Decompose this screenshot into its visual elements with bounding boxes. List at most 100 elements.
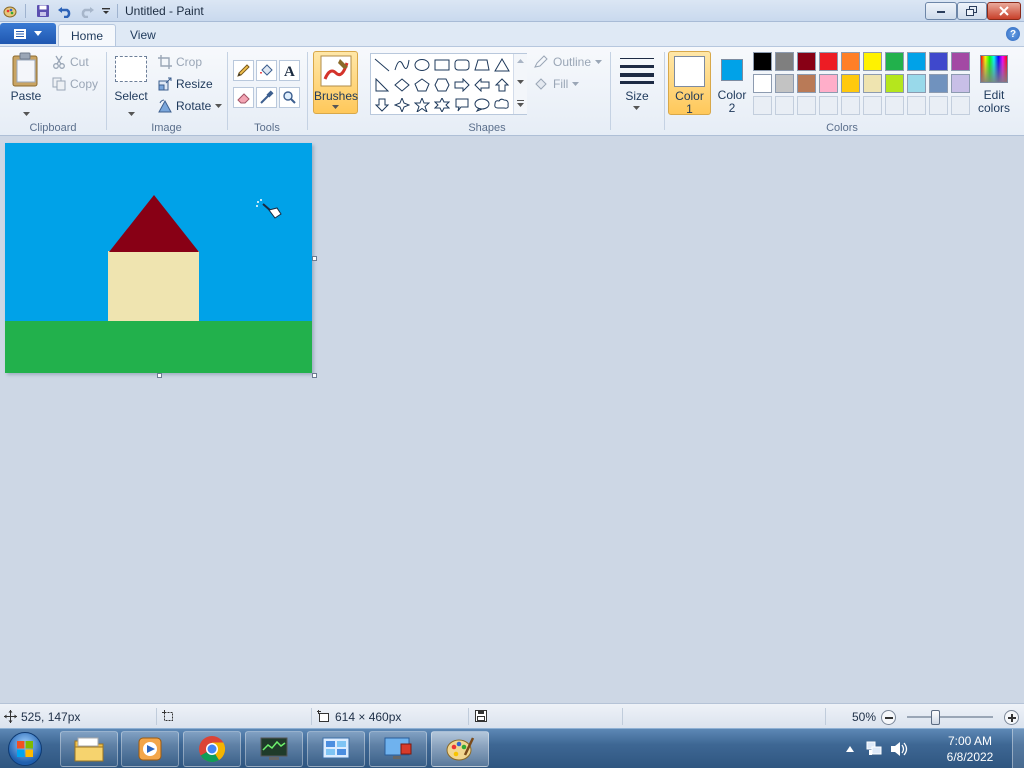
zoom-out-button[interactable] xyxy=(881,710,896,725)
paste-button[interactable] xyxy=(10,52,44,92)
palette-swatch[interactable] xyxy=(929,74,948,93)
line-shape[interactable] xyxy=(372,55,392,74)
taskbar-clock[interactable]: 7:00 AM 6/8/2022 xyxy=(930,733,1010,765)
diamond-shape[interactable] xyxy=(392,75,412,94)
palette-swatch[interactable] xyxy=(907,52,926,71)
start-button[interactable] xyxy=(4,729,46,768)
select-dropdown-icon[interactable] xyxy=(128,105,135,119)
custom-color-slot[interactable] xyxy=(753,96,772,115)
canvas-resize-handle-right[interactable] xyxy=(312,256,317,261)
undo-icon[interactable] xyxy=(56,2,74,20)
taskbar-control-panel[interactable] xyxy=(307,731,365,767)
oval-shape[interactable] xyxy=(412,55,432,74)
cut-button[interactable]: Cut xyxy=(52,53,89,71)
rectangle-shape[interactable] xyxy=(432,55,452,74)
color1-button[interactable]: Color 1 xyxy=(668,51,711,116)
curve-shape[interactable] xyxy=(392,55,412,74)
left-arrow-shape[interactable] xyxy=(472,75,492,94)
palette-swatch[interactable] xyxy=(753,74,772,93)
custom-color-slot[interactable] xyxy=(797,96,816,115)
fill-tool[interactable] xyxy=(256,60,277,81)
zoom-slider-track[interactable] xyxy=(907,716,993,718)
palette-swatch[interactable] xyxy=(841,52,860,71)
taskbar-paint[interactable] xyxy=(431,731,489,767)
palette-swatch[interactable] xyxy=(819,52,838,71)
drawing-canvas[interactable] xyxy=(5,143,312,373)
tab-home[interactable]: Home xyxy=(58,24,117,46)
taskbar-chrome[interactable] xyxy=(183,731,241,767)
magnifier-tool[interactable] xyxy=(279,87,300,108)
triangle-shape[interactable] xyxy=(492,55,512,74)
canvas-resize-handle-bottom[interactable] xyxy=(157,373,162,378)
custom-color-slot[interactable] xyxy=(863,96,882,115)
palette-swatch[interactable] xyxy=(775,74,794,93)
zoom-in-button[interactable] xyxy=(1004,710,1019,725)
customize-quick-access-icon[interactable] xyxy=(97,2,115,20)
pencil-tool[interactable] xyxy=(233,60,254,81)
oval-callout-shape[interactable] xyxy=(472,95,492,114)
minimize-button[interactable] xyxy=(925,2,957,20)
rounded-callout-shape[interactable] xyxy=(452,95,472,114)
shapes-scrollbar[interactable] xyxy=(513,54,527,114)
taskbar-remote-desktop[interactable] xyxy=(369,731,427,767)
taskbar-media-player[interactable] xyxy=(121,731,179,767)
color2-button[interactable]: Color 2 xyxy=(713,51,751,115)
pentagon-shape[interactable] xyxy=(412,75,432,94)
color-picker-tool[interactable] xyxy=(256,87,277,108)
fill-button[interactable]: Fill xyxy=(533,75,580,93)
show-desktop-button[interactable] xyxy=(1012,729,1024,768)
palette-swatch[interactable] xyxy=(951,52,970,71)
up-arrow-shape[interactable] xyxy=(492,75,512,94)
restore-button[interactable] xyxy=(957,2,987,20)
volume-icon[interactable] xyxy=(890,741,908,757)
right-arrow-shape[interactable] xyxy=(452,75,472,94)
polygon-shape[interactable] xyxy=(472,55,492,74)
edit-colors-button[interactable]: Edit colors xyxy=(976,51,1012,115)
four-point-star-shape[interactable] xyxy=(392,95,412,114)
palette-swatch[interactable] xyxy=(863,52,882,71)
palette-swatch[interactable] xyxy=(797,74,816,93)
custom-color-slot[interactable] xyxy=(819,96,838,115)
hexagon-shape[interactable] xyxy=(432,75,452,94)
text-tool[interactable]: A xyxy=(279,60,300,81)
save-icon[interactable] xyxy=(34,2,52,20)
palette-swatch[interactable] xyxy=(819,74,838,93)
network-icon[interactable] xyxy=(866,741,882,757)
taskbar-task-manager[interactable] xyxy=(245,731,303,767)
palette-swatch[interactable] xyxy=(951,74,970,93)
six-point-star-shape[interactable] xyxy=(432,95,452,114)
outline-button[interactable]: Outline xyxy=(533,53,603,71)
redo-icon[interactable] xyxy=(78,2,96,20)
custom-color-slot[interactable] xyxy=(841,96,860,115)
eraser-tool[interactable] xyxy=(233,87,254,108)
canvas-resize-handle-corner[interactable] xyxy=(312,373,317,378)
cloud-callout-shape[interactable] xyxy=(492,95,512,114)
right-triangle-shape[interactable] xyxy=(372,75,392,94)
custom-color-slot[interactable] xyxy=(775,96,794,115)
resize-button[interactable]: Resize xyxy=(158,75,213,93)
palette-swatch[interactable] xyxy=(797,52,816,71)
palette-swatch[interactable] xyxy=(885,52,904,71)
rotate-button[interactable]: Rotate xyxy=(158,97,223,115)
custom-color-slot[interactable] xyxy=(929,96,948,115)
help-icon[interactable]: ? xyxy=(1006,27,1020,41)
custom-color-slot[interactable] xyxy=(885,96,904,115)
palette-swatch[interactable] xyxy=(929,52,948,71)
palette-swatch[interactable] xyxy=(753,52,772,71)
select-icon[interactable] xyxy=(115,56,147,82)
rounded-rectangle-shape[interactable] xyxy=(452,55,472,74)
taskbar-explorer[interactable] xyxy=(60,731,118,767)
zoom-slider-thumb[interactable] xyxy=(931,710,940,725)
custom-color-slot[interactable] xyxy=(951,96,970,115)
custom-color-slot[interactable] xyxy=(907,96,926,115)
paint-menu-button[interactable] xyxy=(0,23,56,44)
down-arrow-shape[interactable] xyxy=(372,95,392,114)
close-button[interactable] xyxy=(987,2,1021,20)
show-hidden-icons-icon[interactable] xyxy=(846,746,854,752)
five-point-star-shape[interactable] xyxy=(412,95,432,114)
brushes-button[interactable]: Brushes xyxy=(313,51,358,114)
palette-swatch[interactable] xyxy=(775,52,794,71)
paint-app-icon[interactable] xyxy=(1,2,19,20)
palette-swatch[interactable] xyxy=(885,74,904,93)
palette-swatch[interactable] xyxy=(907,74,926,93)
